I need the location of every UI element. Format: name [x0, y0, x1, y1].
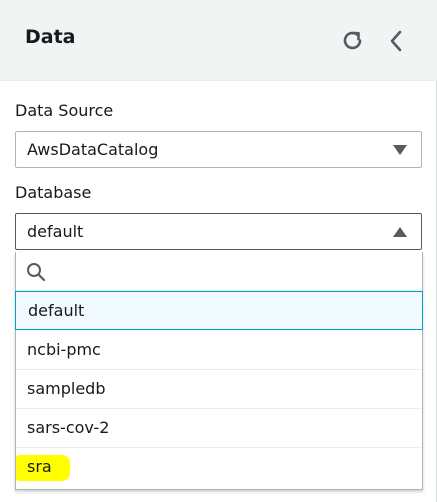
database-label: Database: [15, 183, 92, 202]
database-dropdown: default ncbi-pmc sampledb sars-cov-2 sra: [15, 252, 423, 490]
database-value: default: [27, 222, 84, 241]
data-source-value: AwsDataCatalog: [27, 140, 159, 159]
dropdown-option-sars-cov-2[interactable]: sars-cov-2: [16, 409, 422, 448]
database-select[interactable]: default: [15, 213, 422, 250]
data-panel: Data Data Source AwsDataCatalog Database…: [0, 0, 437, 502]
option-label: sampledb: [27, 379, 106, 398]
refresh-icon: [343, 31, 362, 50]
caret-up-icon: [393, 227, 407, 237]
data-source-select[interactable]: AwsDataCatalog: [15, 131, 422, 168]
caret-down-icon: [393, 145, 407, 155]
panel-title: Data: [25, 26, 76, 48]
dropdown-search-row: [16, 252, 422, 291]
refresh-button[interactable]: [338, 26, 368, 56]
dropdown-option-sra[interactable]: sra: [16, 448, 422, 487]
panel-header: Data: [0, 0, 437, 81]
dropdown-option-sampledb[interactable]: sampledb: [16, 370, 422, 409]
option-label: sra: [27, 457, 52, 476]
dropdown-search-input[interactable]: [52, 258, 416, 286]
collapse-panel-button[interactable]: [381, 26, 411, 56]
option-label: default: [28, 301, 85, 320]
data-source-label: Data Source: [15, 101, 114, 120]
dropdown-option-default[interactable]: default: [15, 291, 423, 330]
search-icon: [27, 263, 46, 282]
dropdown-option-ncbi-pmc[interactable]: ncbi-pmc: [16, 331, 422, 370]
option-label: sars-cov-2: [27, 418, 110, 437]
option-label: ncbi-pmc: [27, 340, 101, 359]
chevron-left-icon: [390, 30, 402, 52]
